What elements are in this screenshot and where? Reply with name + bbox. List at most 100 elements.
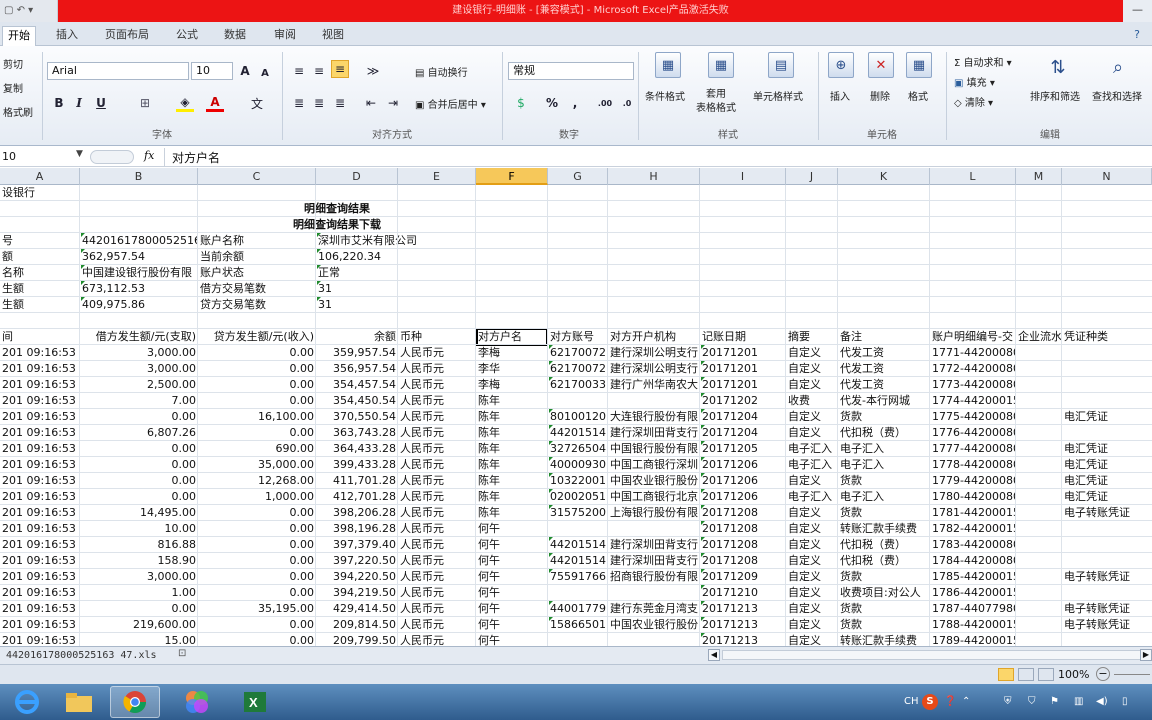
table-cell[interactable]: 20171209 xyxy=(701,569,785,585)
table-cell[interactable]: 201 09:16:53 xyxy=(1,617,79,633)
table-cell[interactable]: 何午 xyxy=(477,633,547,646)
table-cell[interactable]: 16,100.00 xyxy=(199,409,315,425)
column-header-b[interactable]: B xyxy=(80,168,198,185)
table-cell[interactable]: 人民币元 xyxy=(399,473,475,489)
column-header-g[interactable]: G xyxy=(548,168,608,185)
table-cell[interactable]: 李华 xyxy=(477,361,547,377)
security-tray-icon[interactable]: ⛨ xyxy=(1004,684,1012,720)
bank-name-cell[interactable]: 设银行 xyxy=(1,185,79,201)
align-center-icon[interactable]: ≣ xyxy=(310,94,328,112)
table-cell[interactable]: 398,196.28 xyxy=(317,521,397,537)
column-header-c[interactable]: C xyxy=(198,168,316,185)
format-as-table-icon[interactable]: ▦ xyxy=(708,52,734,78)
table-cell[interactable]: 35,195.00 xyxy=(199,601,315,617)
table-header-cell[interactable]: 借方发生额/元(支取) xyxy=(81,329,197,345)
formula-input[interactable]: 对方户名 xyxy=(172,149,220,166)
tab-view[interactable]: 视图 xyxy=(316,26,350,46)
sogou-ime-icon[interactable]: S xyxy=(922,694,938,710)
border-icon[interactable]: ⊞ xyxy=(136,94,154,112)
table-cell[interactable]: 201 09:16:53 xyxy=(1,505,79,521)
help-tray-icon[interactable]: ❓ xyxy=(944,684,956,720)
table-cell[interactable]: 31575200 xyxy=(549,505,607,521)
table-cell[interactable]: 15.00 xyxy=(81,633,197,646)
align-right-icon[interactable]: ≣ xyxy=(331,94,349,112)
copy-button[interactable]: 复制 xyxy=(3,80,23,95)
info-field-value[interactable]: 31 xyxy=(317,297,397,313)
table-cell[interactable]: 0.00 xyxy=(199,617,315,633)
table-cell[interactable]: 201 09:16:53 xyxy=(1,425,79,441)
sort-filter-button[interactable]: 排序和筛选 xyxy=(1030,88,1080,103)
table-cell[interactable]: 1785-44200015 xyxy=(931,569,1015,585)
table-cell[interactable]: 354,450.54 xyxy=(317,393,397,409)
shrink-font-icon[interactable]: A xyxy=(256,64,274,82)
table-cell[interactable]: 0.00 xyxy=(199,537,315,553)
column-header-k[interactable]: K xyxy=(838,168,930,185)
table-cell[interactable]: 电汇凭证 xyxy=(1063,409,1151,425)
info-field-label[interactable]: 账户名称 xyxy=(199,233,315,249)
table-cell[interactable]: 人民币元 xyxy=(399,393,475,409)
decrease-indent-icon[interactable]: ⇤ xyxy=(362,94,380,112)
minimize-icon[interactable]: — xyxy=(1123,0,1152,22)
table-cell[interactable]: 电汇凭证 xyxy=(1063,441,1151,457)
table-cell[interactable]: 363,743.28 xyxy=(317,425,397,441)
table-cell[interactable]: 0.00 xyxy=(81,409,197,425)
table-cell[interactable]: 0.00 xyxy=(199,585,315,601)
table-cell[interactable]: 收费 xyxy=(787,393,837,409)
table-cell[interactable]: 何午 xyxy=(477,553,547,569)
zoom-out-icon[interactable]: − xyxy=(1096,667,1110,681)
conditional-format-icon[interactable]: ▦ xyxy=(655,52,681,78)
fill-button[interactable]: ▣ 填充 ▾ xyxy=(954,74,995,89)
table-cell[interactable]: 20171210 xyxy=(701,585,785,601)
table-cell[interactable]: 自定义 xyxy=(787,585,837,601)
info-field-value[interactable]: 深圳市艾米有限公司 xyxy=(317,233,417,249)
table-cell[interactable]: 人民币元 xyxy=(399,345,475,361)
table-cell[interactable]: 370,550.54 xyxy=(317,409,397,425)
fill-color-icon[interactable]: ◈ xyxy=(176,94,194,112)
table-cell[interactable]: 陈年 xyxy=(477,409,547,425)
table-cell[interactable]: 自定义 xyxy=(787,617,837,633)
grow-font-icon[interactable]: A xyxy=(236,62,254,80)
table-cell[interactable]: 0.00 xyxy=(199,345,315,361)
table-cell[interactable]: 201 09:16:53 xyxy=(1,537,79,553)
table-cell[interactable]: 12,268.00 xyxy=(199,473,315,489)
table-cell[interactable]: 201 09:16:53 xyxy=(1,601,79,617)
table-cell[interactable]: 自定义 xyxy=(787,633,837,646)
table-cell[interactable]: 电子汇入 xyxy=(839,441,929,457)
clear-button[interactable]: ◇ 清除 ▾ xyxy=(954,94,993,109)
conditional-format-button[interactable]: 条件格式 xyxy=(645,88,685,103)
table-cell[interactable]: 何午 xyxy=(477,521,547,537)
shield-tray-icon[interactable]: ⛉ xyxy=(1028,684,1036,720)
table-cell[interactable]: 陈年 xyxy=(477,393,547,409)
table-cell[interactable]: 人民币元 xyxy=(399,409,475,425)
orientation-icon[interactable]: ≫ xyxy=(364,62,382,80)
italic-button[interactable]: I xyxy=(70,94,88,112)
insert-cells-icon[interactable]: ⊕ xyxy=(828,52,854,78)
table-cell[interactable]: 3,000.00 xyxy=(81,345,197,361)
delete-cells-icon[interactable]: ✕ xyxy=(868,52,894,78)
comma-button[interactable]: , xyxy=(566,94,584,112)
table-cell[interactable]: 209,799.50 xyxy=(317,633,397,646)
table-cell[interactable]: 201 09:16:53 xyxy=(1,489,79,505)
table-cell[interactable]: 411,701.28 xyxy=(317,473,397,489)
table-cell[interactable]: 1.00 xyxy=(81,585,197,601)
table-cell[interactable]: 44201514 xyxy=(549,537,607,553)
table-cell[interactable]: 李梅 xyxy=(477,345,547,361)
table-cell[interactable]: 何午 xyxy=(477,601,547,617)
table-cell[interactable]: 201 09:16:53 xyxy=(1,377,79,393)
table-cell[interactable]: 20171213 xyxy=(701,601,785,617)
table-cell[interactable]: 20171201 xyxy=(701,345,785,361)
table-cell[interactable]: 自定义 xyxy=(787,553,837,569)
table-cell[interactable]: 690.00 xyxy=(199,441,315,457)
table-cell[interactable]: 1780-44200080 xyxy=(931,489,1015,505)
tab-review[interactable]: 审阅 xyxy=(268,26,302,46)
table-cell[interactable]: 代扣税（费） xyxy=(839,425,929,441)
name-box-dropdown-icon[interactable]: ▼ xyxy=(76,149,83,159)
table-cell[interactable]: 3,000.00 xyxy=(81,569,197,585)
table-cell[interactable]: 自定义 xyxy=(787,601,837,617)
report-subtitle[interactable]: 明细查询结果下载 xyxy=(199,217,475,233)
table-header-cell[interactable]: 币种 xyxy=(399,329,475,345)
table-cell[interactable]: 人民币元 xyxy=(399,601,475,617)
table-cell[interactable]: 中国工商银行深圳 xyxy=(609,457,699,473)
column-header-m[interactable]: M xyxy=(1016,168,1062,185)
name-box[interactable]: 10 xyxy=(0,149,86,165)
